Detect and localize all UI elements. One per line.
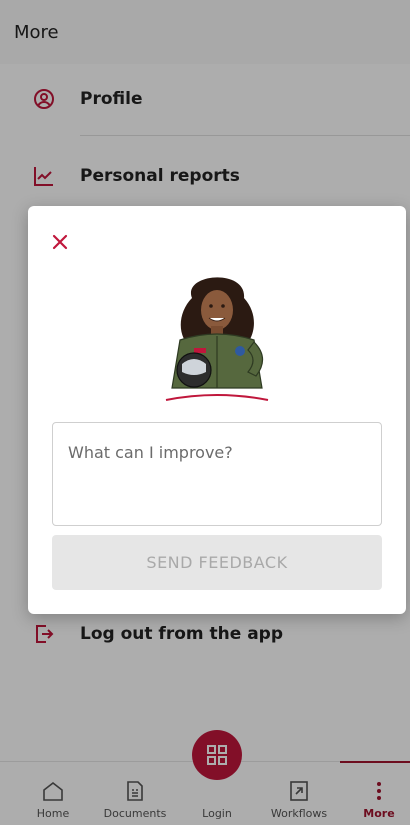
feedback-input[interactable] bbox=[53, 423, 381, 525]
pilot-illustration bbox=[165, 277, 269, 401]
close-icon bbox=[52, 234, 68, 250]
feedback-input-container bbox=[52, 422, 382, 526]
send-feedback-button[interactable]: SEND FEEDBACK bbox=[52, 535, 382, 590]
feedback-dialog: SEND FEEDBACK bbox=[28, 206, 406, 614]
close-button[interactable] bbox=[48, 230, 72, 254]
